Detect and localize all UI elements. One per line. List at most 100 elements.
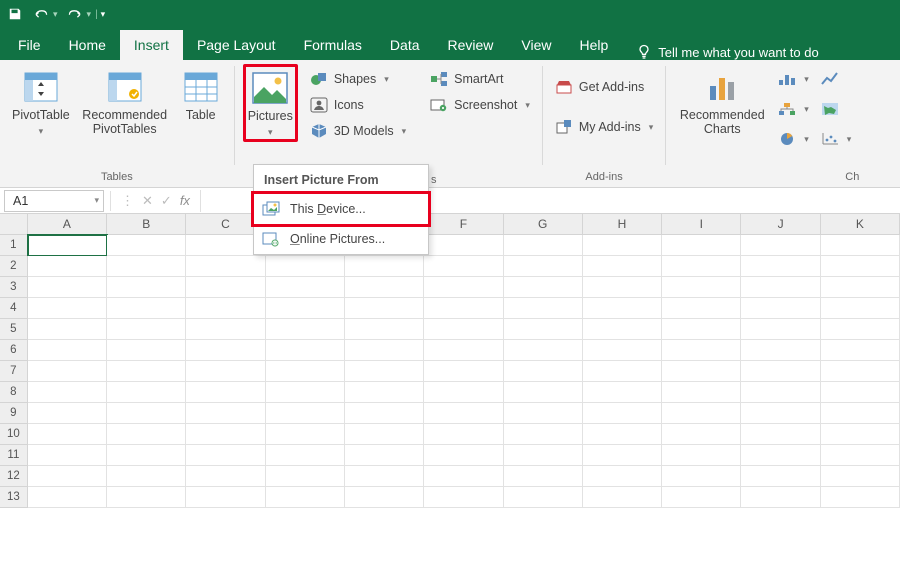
cell[interactable] [662, 424, 741, 445]
cell[interactable] [186, 382, 265, 403]
cell[interactable] [504, 487, 583, 508]
tab-data[interactable]: Data [376, 30, 434, 60]
cell[interactable] [186, 361, 265, 382]
cancel-formula-icon[interactable]: ✕ [142, 193, 153, 209]
cell[interactable] [821, 340, 900, 361]
column-header[interactable]: B [107, 214, 186, 234]
column-header[interactable]: H [583, 214, 662, 234]
cell[interactable] [662, 319, 741, 340]
cell[interactable] [424, 256, 503, 277]
dropdown-item-this-device[interactable]: This Device... [254, 194, 428, 224]
cell[interactable] [345, 382, 424, 403]
cell[interactable] [107, 235, 186, 256]
cell[interactable] [662, 298, 741, 319]
cell[interactable] [28, 298, 107, 319]
column-header[interactable]: K [821, 214, 900, 234]
cell[interactable] [504, 424, 583, 445]
cell[interactable] [741, 403, 820, 424]
cell[interactable] [186, 340, 265, 361]
get-addins-button[interactable]: Get Add-ins [551, 76, 657, 98]
table-button[interactable]: Table [176, 64, 226, 158]
cell[interactable] [821, 487, 900, 508]
cell[interactable] [821, 445, 900, 466]
cell[interactable] [186, 466, 265, 487]
cell[interactable] [107, 403, 186, 424]
cell[interactable] [821, 256, 900, 277]
cell[interactable] [741, 277, 820, 298]
cell[interactable] [28, 487, 107, 508]
cell[interactable] [821, 298, 900, 319]
row-header[interactable]: 10 [0, 424, 28, 445]
cell[interactable] [821, 319, 900, 340]
chart-type-hierarchy-button[interactable]: ▾ [774, 98, 813, 120]
cell[interactable] [186, 298, 265, 319]
row-header[interactable]: 8 [0, 382, 28, 403]
cell[interactable] [741, 445, 820, 466]
row-header[interactable]: 9 [0, 403, 28, 424]
cell[interactable] [662, 340, 741, 361]
cell[interactable] [186, 256, 265, 277]
cell[interactable] [741, 424, 820, 445]
cell[interactable] [424, 235, 503, 256]
cell[interactable] [583, 277, 662, 298]
cell[interactable] [186, 319, 265, 340]
tell-me-search[interactable]: Tell me what you want to do [622, 44, 832, 60]
row-header[interactable]: 1 [0, 235, 28, 256]
tab-home[interactable]: Home [55, 30, 120, 60]
cell[interactable] [345, 424, 424, 445]
cell[interactable] [504, 298, 583, 319]
cell[interactable] [821, 277, 900, 298]
icons-button[interactable]: Icons [306, 94, 410, 116]
recommended-pivottables-button[interactable]: Recommended PivotTables [78, 64, 172, 158]
column-header[interactable]: I [662, 214, 741, 234]
cell[interactable] [662, 487, 741, 508]
cell[interactable] [28, 235, 107, 256]
cell[interactable] [583, 445, 662, 466]
cell[interactable] [504, 403, 583, 424]
cell[interactable] [662, 382, 741, 403]
cell[interactable] [741, 361, 820, 382]
cell[interactable] [345, 256, 424, 277]
tab-view[interactable]: View [507, 30, 565, 60]
cell[interactable] [424, 340, 503, 361]
redo-dropdown-caret[interactable]: ▾ [87, 9, 92, 20]
cell[interactable] [266, 298, 345, 319]
cell[interactable] [504, 277, 583, 298]
cell[interactable] [662, 403, 741, 424]
worksheet-grid[interactable]: ABCDEFGHIJK 12345678910111213 [0, 214, 900, 508]
cell[interactable] [186, 403, 265, 424]
cell[interactable] [504, 319, 583, 340]
cell[interactable] [583, 382, 662, 403]
cell[interactable] [266, 424, 345, 445]
row-header[interactable]: 12 [0, 466, 28, 487]
cell[interactable] [504, 445, 583, 466]
screenshot-button[interactable]: Screenshot ▾ [426, 94, 534, 116]
chart-type-pie-button[interactable]: ▾ [774, 128, 813, 150]
cell[interactable] [583, 319, 662, 340]
cell[interactable] [821, 403, 900, 424]
cell[interactable] [821, 424, 900, 445]
cell[interactable] [424, 277, 503, 298]
tab-formulas[interactable]: Formulas [290, 30, 376, 60]
cell[interactable] [821, 361, 900, 382]
cell[interactable] [345, 466, 424, 487]
cell[interactable] [345, 277, 424, 298]
cell[interactable] [504, 361, 583, 382]
cell[interactable] [424, 466, 503, 487]
chart-type-scatter-button[interactable]: ▾ [817, 128, 856, 150]
cell[interactable] [345, 319, 424, 340]
cell[interactable] [583, 256, 662, 277]
column-header[interactable]: G [504, 214, 583, 234]
cell[interactable] [266, 361, 345, 382]
cell[interactable] [107, 319, 186, 340]
cell[interactable] [821, 382, 900, 403]
cell[interactable] [186, 424, 265, 445]
tab-page-layout[interactable]: Page Layout [183, 30, 290, 60]
cell[interactable] [741, 256, 820, 277]
row-header[interactable]: 11 [0, 445, 28, 466]
cell[interactable] [424, 319, 503, 340]
cell[interactable] [662, 361, 741, 382]
cell[interactable] [345, 340, 424, 361]
cell[interactable] [345, 445, 424, 466]
cell[interactable] [266, 319, 345, 340]
